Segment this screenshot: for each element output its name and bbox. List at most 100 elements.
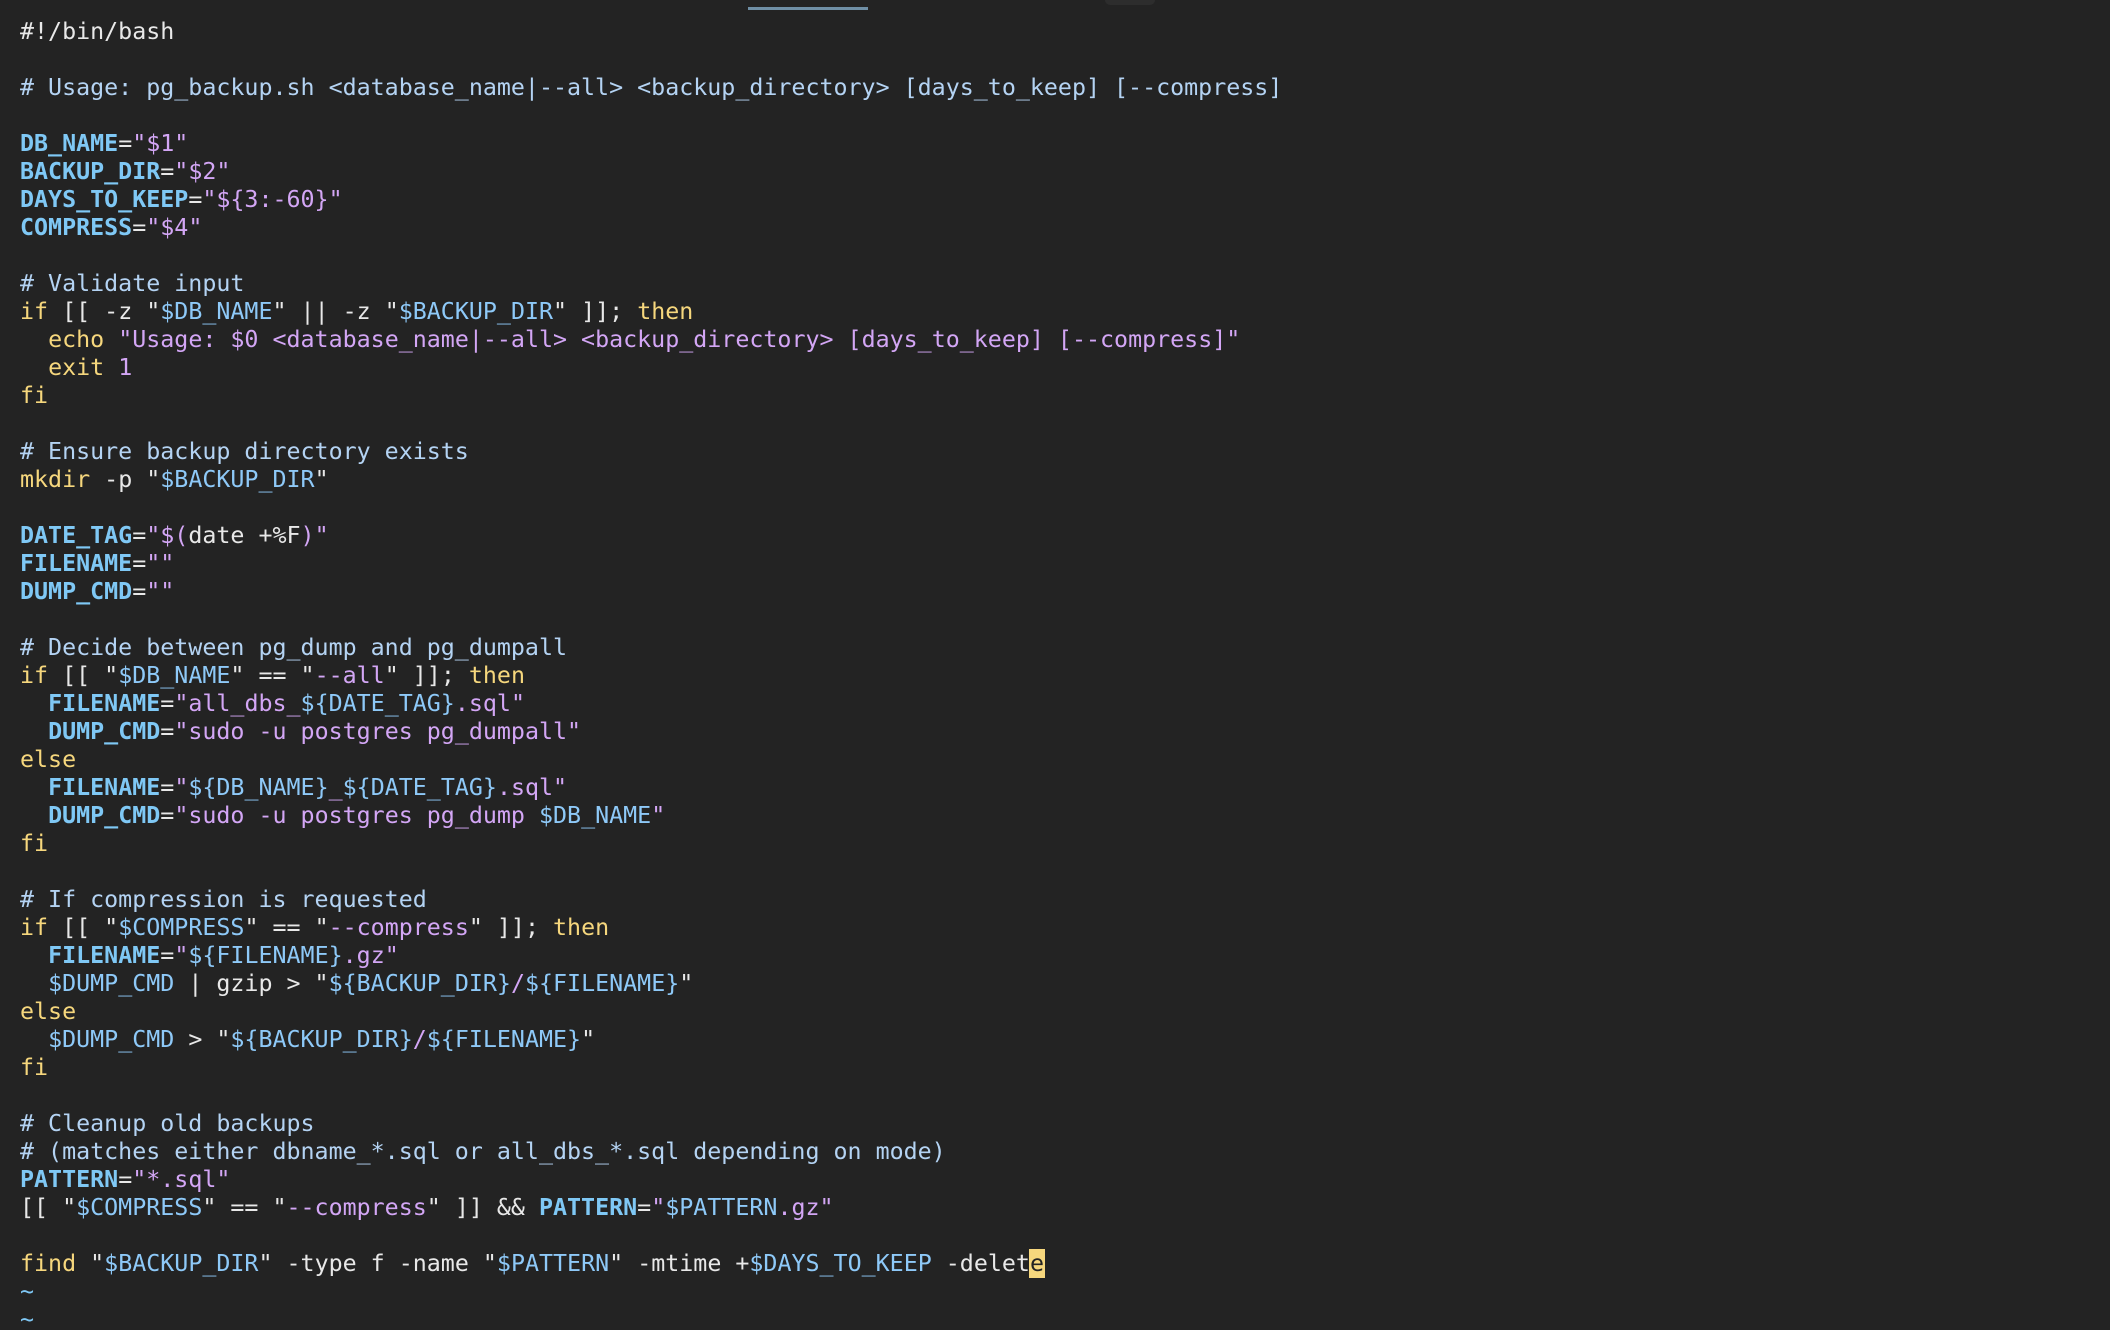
- code-line[interactable]: $DUMP_CMD | gzip > "${BACKUP_DIR}/${FILE…: [20, 970, 1282, 998]
- code-line[interactable]: ​: [20, 858, 1282, 886]
- cursor: e: [1028, 1249, 1045, 1278]
- operator-token: =: [637, 1194, 652, 1221]
- code-line[interactable]: fi: [20, 382, 1282, 410]
- code-line[interactable]: [[ "$COMPRESS" == "--compress" ]] && PAT…: [20, 1194, 1282, 1222]
- code-line[interactable]: ​: [20, 242, 1282, 270]
- variable-ref-token: $DAYS_TO_KEEP: [749, 1250, 932, 1277]
- variable-ref-token: $DUMP_CMD: [48, 970, 175, 997]
- comment-token: # Validate input: [20, 270, 245, 297]
- code-line[interactable]: DB_NAME="$1": [20, 130, 1282, 158]
- code-line[interactable]: find "$BACKUP_DIR" -type f -name "$PATTE…: [20, 1249, 1282, 1278]
- code-line[interactable]: DAYS_TO_KEEP="${3:-60}": [20, 186, 1282, 214]
- active-tab-indicator: [748, 7, 868, 10]
- variable-ref-token: $PATTERN: [496, 1250, 610, 1277]
- comment-token: # Usage: pg_backup.sh <database_name|--a…: [20, 74, 1283, 101]
- keyword-token: then: [637, 298, 694, 325]
- variable-ref-token: $DB_NAME: [118, 662, 231, 689]
- operator-token: =: [188, 186, 203, 213]
- string-token: _: [328, 774, 343, 801]
- code-token: " ]];: [468, 914, 554, 941]
- string-token: .gz": [777, 1194, 834, 1221]
- variable-ref-token: ${BACKUP_DIR}: [230, 1026, 413, 1053]
- code-line[interactable]: # If compression is requested: [20, 886, 1282, 914]
- operator-token: =: [160, 158, 175, 185]
- code-line[interactable]: # Cleanup old backups: [20, 1110, 1282, 1138]
- operator-token: =: [160, 802, 175, 829]
- code-token: " ]];: [384, 662, 469, 689]
- code-token: [[ ": [20, 1194, 77, 1221]
- operator-token: =: [160, 774, 175, 801]
- code-line[interactable]: ​: [20, 46, 1282, 74]
- string-token: "${3:-60}": [202, 186, 343, 213]
- code-line[interactable]: if [[ "$DB_NAME" == "--all" ]]; then: [20, 662, 1282, 690]
- code-line[interactable]: FILENAME="${FILENAME}.gz": [20, 942, 1282, 970]
- code-token: ": [679, 970, 694, 997]
- code-line[interactable]: DATE_TAG="$(date +%F)": [20, 522, 1282, 550]
- variable-token: PATTERN: [20, 1166, 119, 1193]
- code-line[interactable]: DUMP_CMD="sudo -u postgres pg_dump $DB_N…: [20, 802, 1282, 830]
- code-line[interactable]: ​: [20, 410, 1282, 438]
- window-notch: [1105, 0, 1155, 5]
- keyword-token: else: [20, 998, 77, 1025]
- variable-ref-token: $COMPRESS: [76, 1194, 203, 1221]
- code-line[interactable]: ​: [20, 1222, 1282, 1250]
- code-line[interactable]: FILENAME="all_dbs_${DATE_TAG}.sql": [20, 690, 1282, 718]
- code-line[interactable]: if [[ -z "$DB_NAME" || -z "$BACKUP_DIR" …: [20, 298, 1282, 326]
- code-token: [[ -z ": [48, 298, 161, 325]
- code-line[interactable]: ~: [20, 1306, 1282, 1330]
- operator-token: =: [118, 1166, 133, 1193]
- string-token: .sql": [454, 690, 525, 717]
- code-token: [[ ": [48, 914, 119, 941]
- code-line[interactable]: # Decide between pg_dump and pg_dumpall: [20, 634, 1282, 662]
- code-line[interactable]: ​: [20, 1082, 1282, 1110]
- string-token: "$4": [146, 214, 203, 241]
- code-line[interactable]: DUMP_CMD="": [20, 578, 1282, 606]
- variable-ref-token: $DUMP_CMD: [48, 1026, 175, 1053]
- code-line[interactable]: FILENAME="${DB_NAME}_${DATE_TAG}.sql": [20, 774, 1282, 802]
- code-line[interactable]: mkdir -p "$BACKUP_DIR": [20, 466, 1282, 494]
- code-line[interactable]: # Ensure backup directory exists: [20, 438, 1282, 466]
- code-token: > ": [174, 1026, 231, 1053]
- variable-token: DUMP_CMD: [20, 578, 133, 605]
- code-line[interactable]: $DUMP_CMD > "${BACKUP_DIR}/${FILENAME}": [20, 1026, 1282, 1054]
- keyword-token: fi: [20, 1054, 49, 1081]
- code-token: ": [314, 466, 329, 493]
- code-line[interactable]: # Usage: pg_backup.sh <database_name|--a…: [20, 74, 1282, 102]
- code-line[interactable]: DUMP_CMD="sudo -u postgres pg_dumpall": [20, 718, 1282, 746]
- code-line[interactable]: FILENAME="": [20, 550, 1282, 578]
- code-line[interactable]: #!/bin/bash: [20, 18, 1282, 46]
- code-line[interactable]: ​: [20, 102, 1282, 130]
- variable-token: FILENAME: [48, 942, 161, 969]
- code-buffer[interactable]: #!/bin/bash​# Usage: pg_backup.sh <datab…: [20, 18, 1282, 1330]
- code-line[interactable]: ​: [20, 606, 1282, 634]
- code-line[interactable]: # (matches either dbname_*.sql or all_db…: [20, 1138, 1282, 1166]
- variable-ref-token: $PATTERN: [665, 1194, 778, 1221]
- code-line[interactable]: BACKUP_DIR="$2": [20, 158, 1282, 186]
- code-line[interactable]: exit 1: [20, 354, 1282, 382]
- variable-token: FILENAME: [20, 550, 133, 577]
- variable-token: BACKUP_DIR: [20, 158, 161, 185]
- code-line[interactable]: else: [20, 998, 1282, 1026]
- string-token: /: [412, 1026, 427, 1053]
- command-token: mkdir: [20, 466, 91, 493]
- code-line[interactable]: PATTERN="*.sql": [20, 1166, 1282, 1194]
- empty-line-marker: ~: [20, 1278, 35, 1305]
- string-token: "$2": [174, 158, 231, 185]
- code-line[interactable]: ~: [20, 1278, 1282, 1306]
- code-line[interactable]: fi: [20, 830, 1282, 858]
- code-line[interactable]: else: [20, 746, 1282, 774]
- code-line[interactable]: echo "Usage: $0 <database_name|--all> <b…: [20, 326, 1282, 354]
- command-token: echo: [48, 326, 105, 353]
- keyword-token: if: [20, 298, 49, 325]
- operator-token: =: [118, 130, 133, 157]
- code-line[interactable]: fi: [20, 1054, 1282, 1082]
- code-line[interactable]: COMPRESS="$4": [20, 214, 1282, 242]
- code-line[interactable]: if [[ "$COMPRESS" == "--compress" ]]; th…: [20, 914, 1282, 942]
- comment-token: # Cleanup old backups: [20, 1110, 315, 1137]
- code-line[interactable]: # Validate input: [20, 270, 1282, 298]
- code-line[interactable]: ​: [20, 494, 1282, 522]
- keyword-token: if: [20, 914, 49, 941]
- vim-editor[interactable]: #!/bin/bash​# Usage: pg_backup.sh <datab…: [0, 0, 2110, 1330]
